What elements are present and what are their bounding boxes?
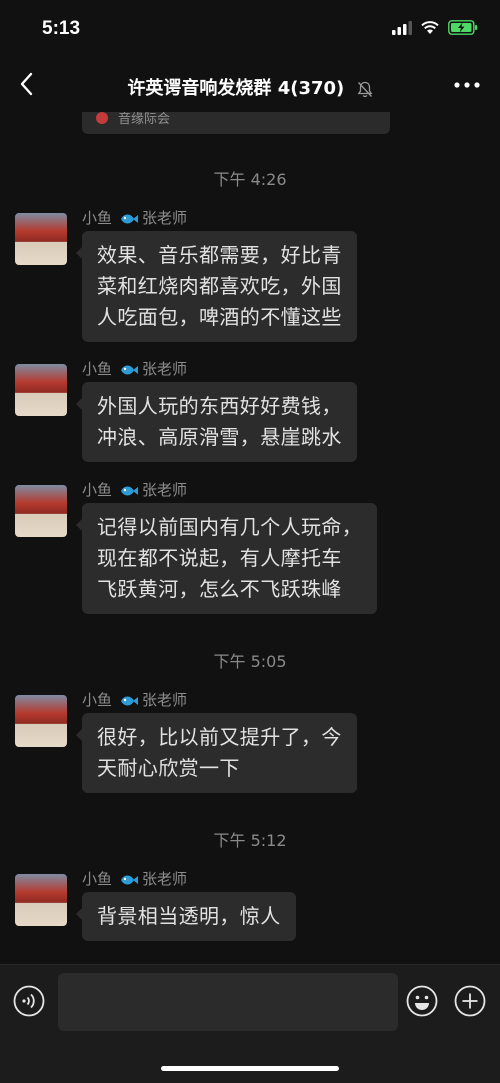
sender-name: 小鱼 张老师 [82, 207, 187, 228]
fish-icon [121, 214, 139, 223]
sender-avatar[interactable] [15, 485, 67, 537]
signal-icon [392, 20, 412, 35]
emoji-icon[interactable] [406, 985, 438, 1017]
chat-message-list[interactable]: 音缘际会 下午 4:26 小鱼 张老师 效果、音乐都需要，好比青 菜和红烧肉都喜欢… [0, 112, 500, 964]
add-more-icon[interactable] [454, 985, 486, 1017]
voice-input-icon[interactable] [13, 985, 45, 1017]
sender-name: 小鱼 张老师 [82, 358, 187, 379]
message-bubble[interactable]: 效果、音乐都需要，好比青 菜和红烧肉都喜欢吃，外国 人吃面包，啤酒的不懂这些 [76, 231, 357, 342]
fish-icon [121, 486, 139, 495]
sender-group-name: 张老师 [142, 209, 188, 227]
chat-header: 许英谔音响发烧群 4(370) [0, 60, 500, 112]
fish-icon [121, 365, 139, 374]
status-bar: 5:13 [0, 0, 500, 60]
sender-nickname: 小鱼 [82, 691, 113, 709]
sender-group-name: 张老师 [142, 870, 188, 888]
time-separator: 下午 4:26 [213, 170, 287, 189]
more-options-icon[interactable] [454, 82, 480, 88]
message-bubble[interactable]: 外国人玩的东西好好费钱， 冲浪、高原滑雪，悬崖跳水 [76, 382, 357, 462]
time-separator: 下午 5:12 [213, 831, 287, 850]
battery-charging-icon [448, 20, 478, 35]
chat-title-text: 许英谔音响发烧群 4(370) [127, 78, 345, 99]
message-bubble[interactable]: 很好，比以前又提升了，今 天耐心欣赏一下 [76, 713, 357, 793]
music-app-icon [96, 112, 108, 124]
sender-avatar[interactable] [15, 695, 67, 747]
message-bubble[interactable]: 背景相当透明，惊人 [76, 892, 296, 941]
sender-nickname: 小鱼 [82, 360, 113, 378]
fish-icon [121, 875, 139, 884]
sender-group-name: 张老师 [142, 360, 188, 378]
fish-icon [121, 696, 139, 705]
sender-nickname: 小鱼 [82, 209, 113, 227]
sender-name: 小鱼 张老师 [82, 689, 187, 710]
sender-group-name: 张老师 [142, 481, 188, 499]
sender-nickname: 小鱼 [82, 481, 113, 499]
message-input[interactable] [58, 973, 398, 1031]
sender-group-name: 张老师 [142, 691, 188, 709]
sender-name: 小鱼 张老师 [82, 479, 187, 500]
wifi-icon [421, 20, 439, 34]
previous-card-source: 音缘际会 [118, 112, 171, 127]
message-bubble[interactable]: 记得以前国内有几个人玩命， 现在都不说起，有人摩托车 飞跃黄河，怎么不飞跃珠峰 [75, 503, 378, 614]
status-time: 5:13 [42, 18, 81, 39]
status-icons [392, 20, 478, 35]
sender-avatar[interactable] [15, 213, 67, 265]
time-separator: 下午 5:05 [213, 652, 287, 671]
previous-shared-card[interactable]: 音缘际会 [82, 112, 390, 134]
home-indicator[interactable] [161, 1066, 339, 1071]
sender-name: 小鱼 张老师 [82, 868, 187, 889]
sender-nickname: 小鱼 [82, 870, 113, 888]
sender-avatar[interactable] [15, 364, 67, 416]
mute-bell-icon [357, 81, 372, 97]
sender-avatar[interactable] [15, 874, 67, 926]
chat-title: 许英谔音响发烧群 4(370) [0, 74, 500, 100]
